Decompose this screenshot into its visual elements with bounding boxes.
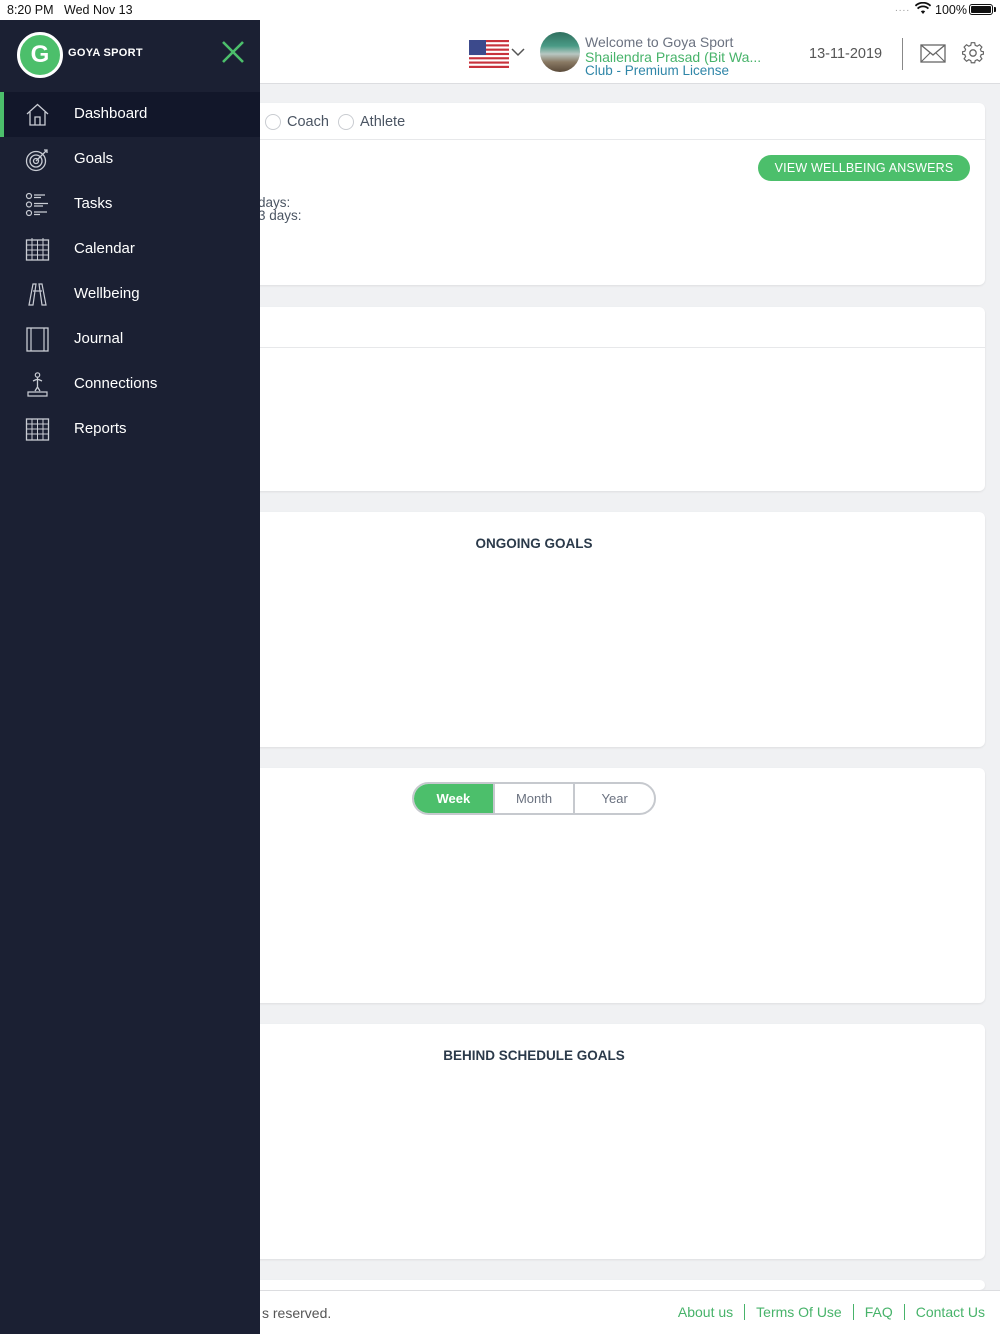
wifi-icon <box>915 2 931 14</box>
year-tab[interactable]: Year <box>575 784 654 813</box>
current-date: 13-11-2019 <box>809 46 883 62</box>
sidebar-item-dashboard[interactable]: Dashboard <box>0 92 260 137</box>
athlete-label[interactable]: Athlete <box>360 114 405 130</box>
task-list-icon <box>25 192 48 217</box>
us-flag-icon[interactable] <box>469 40 509 68</box>
sidebar-item-connections[interactable]: Connections <box>0 362 260 407</box>
week-tab[interactable]: Week <box>414 784 493 813</box>
journal-icon <box>26 327 49 352</box>
card-divider <box>240 347 985 348</box>
days-text-2: 3 days: <box>258 208 302 223</box>
battery-icon <box>969 4 996 15</box>
gear-icon[interactable] <box>962 42 984 64</box>
coach-label[interactable]: Coach <box>287 114 329 130</box>
sidebar-item-label: Wellbeing <box>74 285 140 302</box>
status-bar: 8:20 PM Wed Nov 13 .... 100% <box>0 0 1000 20</box>
header-divider <box>902 38 903 70</box>
sidebar-item-goals[interactable]: Goals <box>0 137 260 182</box>
ongoing-goals-title: ONGOING GOALS <box>475 536 593 551</box>
copyright-text: s reserved. <box>262 1305 332 1321</box>
next-card <box>240 1280 985 1290</box>
sidebar-item-calendar[interactable]: Calendar <box>0 227 260 272</box>
sidebar-item-label: Goals <box>74 150 114 167</box>
sidebar-item-label: Tasks <box>74 195 113 212</box>
status-time: 8:20 PM <box>7 3 54 17</box>
coach-radio[interactable] <box>265 114 281 130</box>
wellbeing-card: Coach Athlete VIEW WELLBEING ANSWERS day… <box>240 103 985 285</box>
behind-schedule-goals-title: BEHIND SCHEDULE GOALS <box>443 1048 625 1063</box>
athlete-radio[interactable] <box>338 114 354 130</box>
sidebar-item-wellbeing[interactable]: Wellbeing <box>0 272 260 317</box>
status-date: Wed Nov 13 <box>64 3 133 17</box>
sidebar-item-label: Journal <box>74 330 124 347</box>
view-wellbeing-answers-button[interactable]: VIEW WELLBEING ANSWERS <box>758 155 970 181</box>
summary-card <box>240 307 985 491</box>
faq-link[interactable]: FAQ <box>852 1304 904 1320</box>
sidebar-item-reports[interactable]: Reports <box>0 407 260 452</box>
sidebar-item-tasks[interactable]: Tasks <box>0 182 260 227</box>
terms-of-use-link[interactable]: Terms Of Use <box>744 1304 853 1320</box>
grid-report-icon <box>25 418 50 441</box>
month-tab[interactable]: Month <box>492 784 576 813</box>
sidebar-item-label: Connections <box>74 375 158 392</box>
club-avatar[interactable] <box>540 32 580 72</box>
logo-letter: G <box>30 41 50 68</box>
period-selector: Week Month Year <box>412 782 656 815</box>
behind-schedule-goals-card: BEHIND SCHEDULE GOALS <box>240 1024 985 1259</box>
role-selector: Coach Athlete <box>240 103 985 140</box>
logo-text: GOYA SPORT <box>68 47 143 59</box>
sidebar: G GOYA SPORT Dashboard Goals Tasks Calen… <box>0 20 260 1334</box>
person-podium-icon <box>27 372 48 397</box>
chevron-down-icon[interactable] <box>511 46 525 58</box>
footer-links: About us Terms Of Use FAQ Contact Us <box>667 1304 985 1320</box>
sidebar-item-label: Calendar <box>74 240 135 257</box>
close-icon[interactable] <box>221 40 245 64</box>
about-us-link[interactable]: About us <box>667 1304 744 1320</box>
license-text: Club - Premium License <box>585 63 730 78</box>
home-icon <box>26 103 49 126</box>
ongoing-goals-card: ONGOING GOALS <box>240 512 985 747</box>
calendar-icon <box>25 238 50 261</box>
sidebar-item-label: Reports <box>74 420 127 437</box>
sidebar-item-journal[interactable]: Journal <box>0 317 260 362</box>
dumbbell-icon <box>28 283 47 306</box>
target-icon <box>25 149 48 172</box>
mail-icon[interactable] <box>920 44 946 63</box>
sidebar-item-label: Dashboard <box>74 105 148 122</box>
contact-us-link[interactable]: Contact Us <box>903 1304 985 1320</box>
period-chart-card: Week Month Year <box>240 768 985 1003</box>
goya-logo[interactable]: G <box>17 32 63 78</box>
welcome-text: Welcome to Goya Sport <box>585 34 734 50</box>
cellular-signal-icon: .... <box>895 3 911 14</box>
battery-percentage: 100% <box>935 3 967 17</box>
